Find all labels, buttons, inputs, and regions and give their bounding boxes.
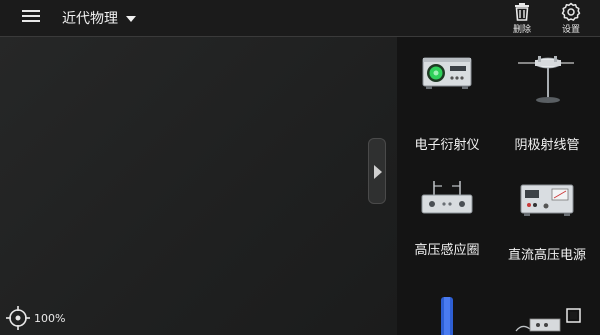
delete-button[interactable]: 删除 [507,2,537,35]
induction-coil-icon [421,181,473,214]
zoom-control[interactable]: 100% [5,305,65,331]
circuit-board-partial-icon [515,308,581,332]
settings-label: 设置 [561,25,580,35]
item-label: 直流高压电源 [507,248,586,263]
palette-item-partial[interactable] [497,307,597,335]
equipment-panel: 电子衍射仪 阴极射线管 高压感应圈 直流高压电源 [397,37,600,335]
cathode-ray-tube-icon [518,56,574,103]
chevron-right-icon [374,165,382,179]
dc-hv-power-supply-icon [520,184,574,216]
crosshair-icon [6,306,30,330]
palette-item-cathode-ray-tube[interactable]: 阴极射线管 [497,52,597,153]
category-dropdown[interactable]: 近代物理 [62,8,136,28]
settings-button[interactable]: 设置 [556,2,586,35]
item-label: 阴极射线管 [514,138,580,153]
item-label: 电子衍射仪 [414,138,480,153]
category-label: 近代物理 [62,11,118,27]
palette-item-induction-coil[interactable]: 高压感应圈 [397,177,497,258]
hamburger-menu-icon[interactable] [22,9,40,27]
delete-label: 删除 [512,25,531,35]
collapse-panel-button[interactable] [368,138,386,204]
lab-device-partial-icon [441,297,453,335]
electron-diffractometer-icon [422,57,472,89]
palette-item-partial[interactable] [397,295,497,335]
dropdown-caret-icon [126,15,136,22]
zoom-level: 100% [34,311,66,325]
item-label: 高压感应圈 [414,243,480,258]
top-bar: 近代物理 删除 设置 [0,0,600,37]
palette-item-dc-hv-power-supply[interactable]: 直流高压电源 [497,182,597,263]
workspace-canvas[interactable] [0,37,397,335]
palette-item-electron-diffractometer[interactable]: 电子衍射仪 [397,52,497,153]
gear-icon [561,2,581,21]
trash-icon [515,3,529,21]
